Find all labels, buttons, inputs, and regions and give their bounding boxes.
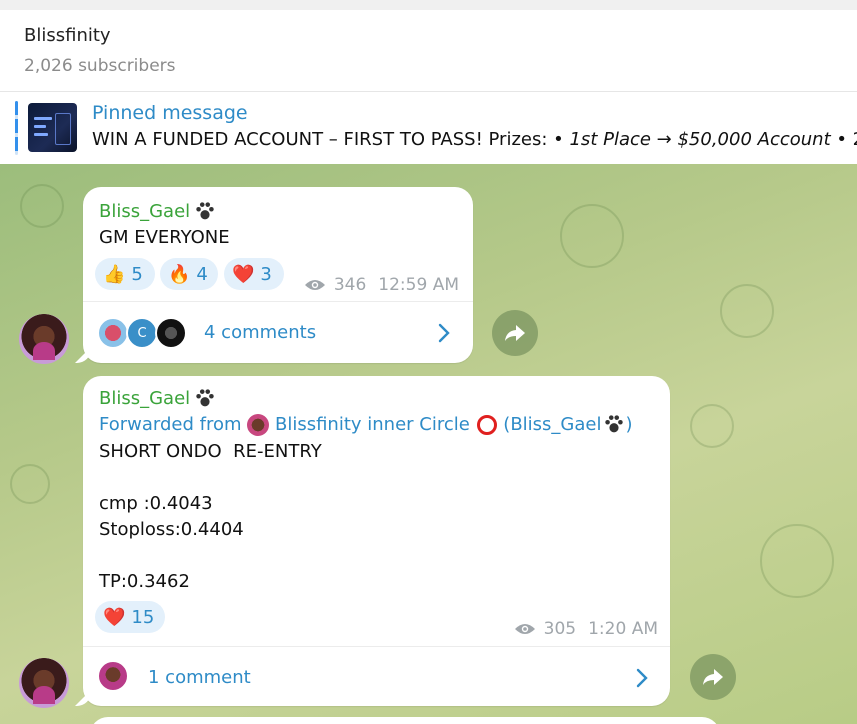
window-top-strip: [0, 0, 857, 10]
background-doodle: [10, 464, 50, 504]
reaction-heart[interactable]: ❤️ 15: [95, 601, 165, 633]
reaction-fire[interactable]: 🔥 4: [160, 258, 218, 290]
eye-icon: [514, 624, 535, 634]
share-icon: [505, 325, 525, 341]
pinned-label: Pinned message: [92, 102, 248, 124]
source-avatar: [247, 414, 270, 436]
message-time: 12:59 AM: [378, 275, 459, 295]
message-meta: 346 12:59 AM: [304, 275, 459, 295]
background-doodle: [560, 204, 624, 268]
forwarded-from[interactable]: Forwarded from Blissfinity inner Circle …: [99, 414, 633, 436]
paw-icon: [605, 415, 624, 433]
view-count: 346: [333, 275, 367, 295]
subscriber-count: 2,026 subscribers: [24, 56, 176, 76]
reaction-thumbs-up[interactable]: 👍 5: [95, 258, 155, 290]
message-author[interactable]: Bliss_Gael: [99, 201, 216, 223]
commenter-avatar: C: [126, 317, 158, 349]
share-button[interactable]: [690, 654, 736, 700]
comments-link[interactable]: 4 comments: [204, 322, 316, 343]
reaction-heart[interactable]: ❤️ 3: [224, 258, 284, 290]
pinned-indicator: [15, 101, 18, 155]
share-icon: [703, 669, 723, 685]
message-text: GM EVERYONE: [99, 227, 230, 248]
background-doodle: [690, 404, 734, 448]
channel-title[interactable]: Blissfinity: [24, 25, 111, 46]
commenter-avatar: [155, 317, 187, 349]
author-avatar[interactable]: [19, 658, 69, 708]
message-bubble[interactable]: [90, 717, 720, 724]
message-bubble[interactable]: Bliss_Gael Forwarded from Blissfinity in…: [83, 376, 670, 706]
divider: [83, 301, 473, 302]
pinned-message-bar[interactable]: Pinned message WIN A FUNDED ACCOUNT – FI…: [0, 92, 857, 164]
divider: [83, 646, 670, 647]
pinned-text: WIN A FUNDED ACCOUNT – FIRST TO PASS! Pr…: [92, 129, 857, 150]
background-doodle: [760, 524, 834, 598]
view-count: 305: [543, 619, 577, 639]
message-time: 1:20 AM: [588, 619, 658, 639]
comments-link[interactable]: 1 comment: [148, 667, 251, 688]
background-doodle: [20, 184, 64, 228]
commenter-avatar: [97, 660, 129, 692]
background-doodle: [720, 284, 774, 338]
channel-header[interactable]: Blissfinity 2,026 subscribers: [0, 10, 857, 92]
message-bubble[interactable]: Bliss_Gael GM EVERYONE 👍 5 🔥 4 ❤️ 3 346 12:…: [83, 187, 473, 363]
pinned-thumbnail: [28, 103, 77, 152]
message-meta: 305 1:20 AM: [514, 619, 658, 639]
paw-icon: [196, 202, 214, 220]
red-circle-icon: [476, 415, 497, 435]
eye-icon: [304, 280, 325, 290]
chevron-right-icon[interactable]: [636, 668, 648, 688]
chat-area[interactable]: Bliss_Gael GM EVERYONE 👍 5 🔥 4 ❤️ 3 346 12:…: [0, 164, 857, 724]
author-avatar[interactable]: [19, 314, 69, 364]
commenter-avatar: [97, 317, 129, 349]
chevron-right-icon[interactable]: [438, 323, 450, 343]
message-author[interactable]: Bliss_Gael: [99, 388, 216, 410]
share-button[interactable]: [492, 310, 538, 356]
message-text: SHORT ONDO RE-ENTRY cmp :0.4043 Stoploss…: [99, 441, 322, 592]
paw-icon: [196, 389, 214, 407]
